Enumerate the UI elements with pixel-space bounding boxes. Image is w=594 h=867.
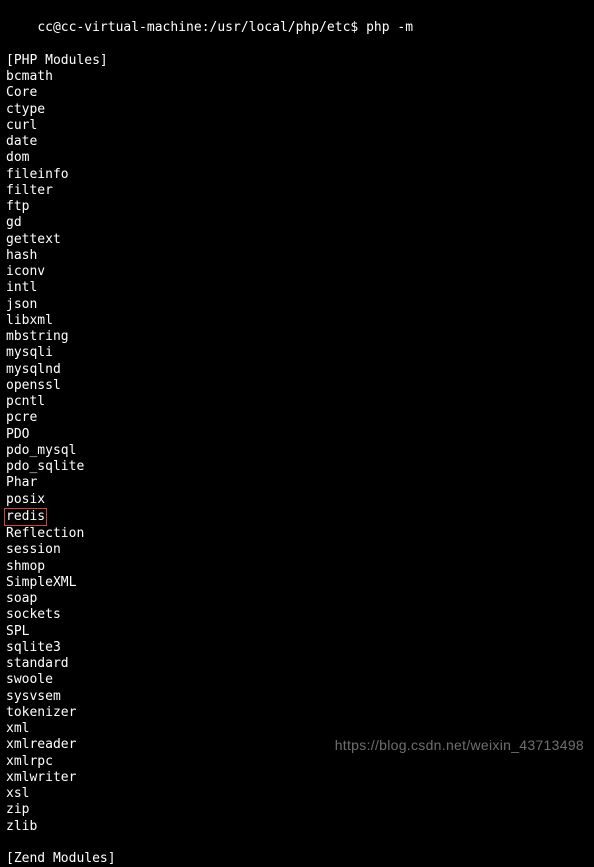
module-item: soap (6, 591, 588, 607)
prompt-line: cc@cc-virtual-machine:/usr/local/php/etc… (6, 4, 588, 53)
module-item: xsl (6, 786, 588, 802)
module-item: sockets (6, 607, 588, 623)
module-item: iconv (6, 264, 588, 280)
prompt-separator: : (202, 20, 210, 35)
module-item: pdo_mysql (6, 443, 588, 459)
module-item: zlib (6, 819, 588, 835)
module-item: Core (6, 85, 588, 101)
module-item: gettext (6, 232, 588, 248)
module-item: curl (6, 118, 588, 134)
module-item: tokenizer (6, 705, 588, 721)
module-item: bcmath (6, 69, 588, 85)
module-item: date (6, 134, 588, 150)
modules-list: bcmathCorectypecurldatedomfileinfofilter… (6, 69, 588, 835)
module-item: SimpleXML (6, 575, 588, 591)
module-item: libxml (6, 313, 588, 329)
module-item: hash (6, 248, 588, 264)
php-modules-header: [PHP Modules] (6, 53, 588, 69)
module-item: dom (6, 150, 588, 166)
module-item: zip (6, 802, 588, 818)
module-item: session (6, 542, 588, 558)
module-item: mysqli (6, 345, 588, 361)
module-item: swoole (6, 672, 588, 688)
module-item: redis (6, 508, 588, 526)
module-item: pcre (6, 410, 588, 426)
module-item: gd (6, 215, 588, 231)
blank-line (6, 835, 588, 851)
module-item: pcntl (6, 394, 588, 410)
module-item: openssl (6, 378, 588, 394)
module-item: mbstring (6, 329, 588, 345)
module-item: shmop (6, 559, 588, 575)
module-item: sysvsem (6, 689, 588, 705)
module-item: xmlwriter (6, 770, 588, 786)
module-item: xmlrpc (6, 754, 588, 770)
module-item: intl (6, 280, 588, 296)
module-item: json (6, 297, 588, 313)
module-item: fileinfo (6, 167, 588, 183)
module-item: Reflection (6, 526, 588, 542)
module-item: pdo_sqlite (6, 459, 588, 475)
terminal-output[interactable]: cc@cc-virtual-machine:/usr/local/php/etc… (6, 4, 588, 867)
zend-modules-header: [Zend Modules] (6, 851, 588, 867)
module-item: mysqlnd (6, 362, 588, 378)
module-item: xml (6, 721, 588, 737)
module-item: posix (6, 492, 588, 508)
module-item: ftp (6, 199, 588, 215)
module-item: SPL (6, 624, 588, 640)
prompt-symbol: $ (350, 20, 358, 35)
module-item: Phar (6, 475, 588, 491)
module-item: ctype (6, 102, 588, 118)
highlighted-module: redis (4, 508, 47, 526)
module-item: xmlreader (6, 737, 588, 753)
module-item: filter (6, 183, 588, 199)
prompt-user-host: cc@cc-virtual-machine (37, 20, 201, 35)
module-item: sqlite3 (6, 640, 588, 656)
command-text: php -m (366, 20, 413, 35)
module-item: PDO (6, 427, 588, 443)
prompt-path: /usr/local/php/etc (210, 20, 351, 35)
module-item: standard (6, 656, 588, 672)
